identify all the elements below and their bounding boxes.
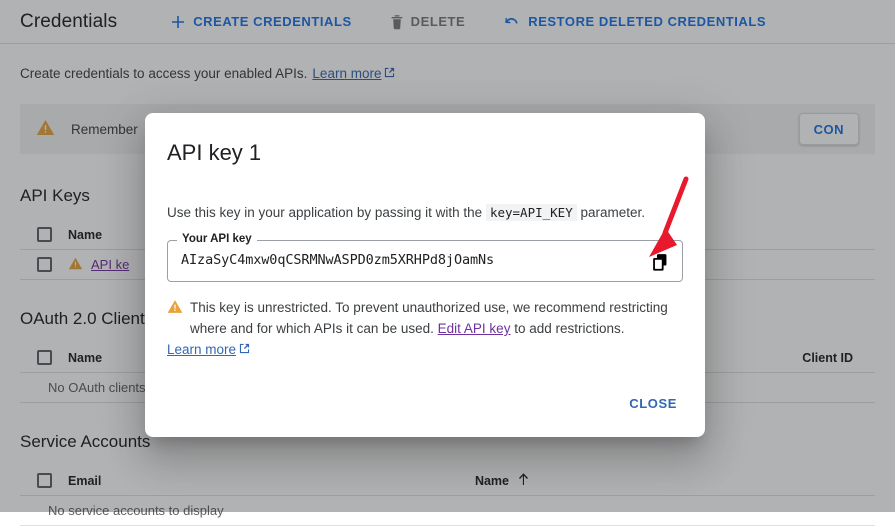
copy-icon[interactable] <box>646 247 676 277</box>
dialog-description: Use this key in your application by pass… <box>167 203 683 223</box>
warning-triangle-icon <box>167 299 183 320</box>
api-key-field: Your API key AIzaSyC4mxw0qCSRMNwASPD0zm5… <box>167 240 683 282</box>
dialog-description-code: key=API_KEY <box>486 204 577 221</box>
dialog-warning-text-2: to add restrictions. <box>514 321 624 336</box>
external-link-icon <box>239 339 250 360</box>
close-button[interactable]: CLOSE <box>619 388 687 419</box>
api-key-dialog: API key 1 Use this key in your applicati… <box>145 113 705 437</box>
dialog-warning: This key is unrestricted. To prevent una… <box>167 297 677 360</box>
dialog-title: API key 1 <box>167 140 261 166</box>
dialog-description-after: parameter. <box>581 205 646 220</box>
dialog-learn-more-label: Learn more <box>167 339 236 360</box>
edit-api-key-link[interactable]: Edit API key <box>438 321 511 336</box>
api-key-value[interactable]: AIzaSyC4mxw0qCSRMNwASPD0zm5XRHPd8jOamNs <box>181 252 494 268</box>
dialog-learn-more-link[interactable]: Learn more <box>167 339 250 360</box>
api-key-field-label: Your API key <box>177 233 257 245</box>
dialog-description-before: Use this key in your application by pass… <box>167 205 482 220</box>
